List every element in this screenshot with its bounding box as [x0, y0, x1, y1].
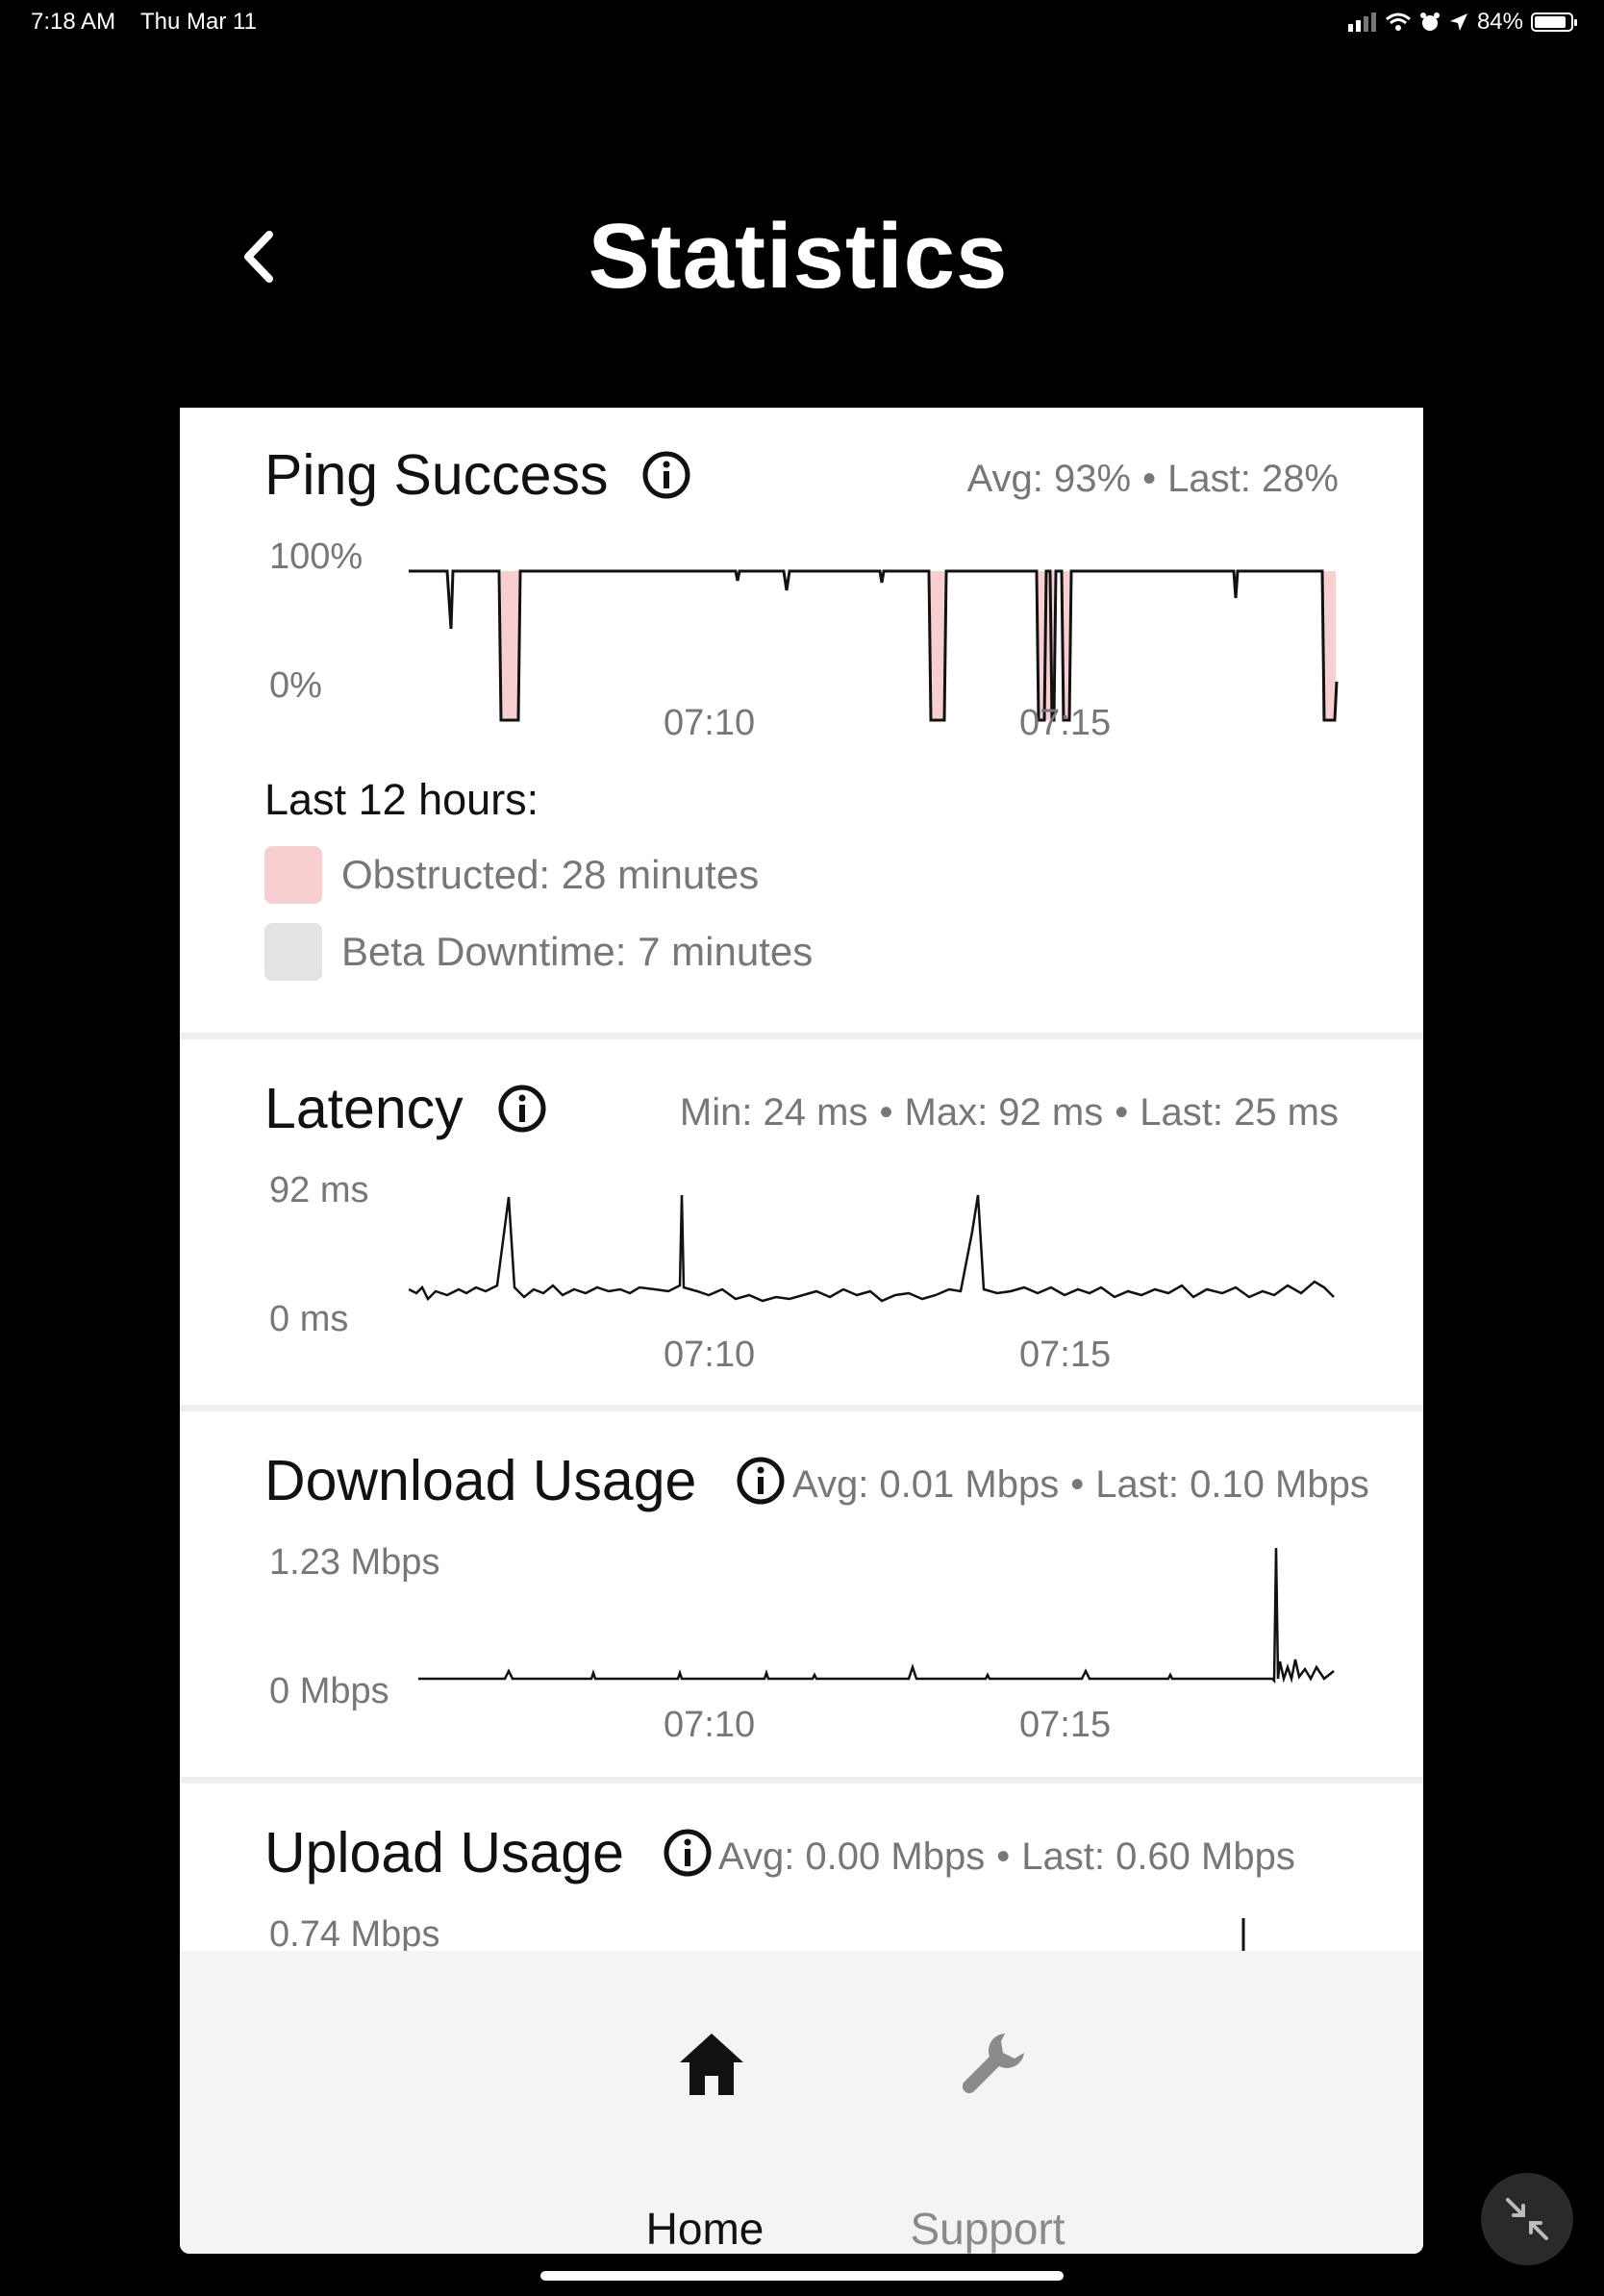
ping-success-card: Ping Success Avg: 93% • Last: 28% 100% 0%: [180, 408, 1423, 1033]
collapse-arrows-icon: [1506, 2198, 1548, 2240]
latency-y-max-label: 92 ms: [269, 1170, 369, 1210]
download-avg: Avg: 0.01 Mbps: [792, 1463, 1060, 1506]
latency-x-tick: 07:10: [664, 1335, 756, 1375]
upload-last: Last: 0.60 Mbps: [1021, 1835, 1295, 1878]
beta-downtime-swatch: [264, 923, 322, 981]
wifi-icon: [1385, 12, 1411, 31]
ping-x-tick: 07:10: [664, 703, 756, 743]
nav-support[interactable]: Support: [872, 1951, 1103, 2254]
battery-percent: 84%: [1476, 9, 1523, 35]
upload-avg: Avg: 0.00 Mbps: [718, 1835, 986, 1878]
cellular-signal-icon: [1347, 12, 1376, 32]
beta-downtime-label: Beta Downtime: 7 minutes: [341, 929, 814, 974]
download-x-tick: 07:10: [664, 1705, 756, 1745]
download-line: [418, 1547, 1335, 1684]
nav-support-label: Support: [910, 2204, 1065, 2254]
ping-y-max-label: 100%: [269, 537, 363, 577]
download-chart: [418, 1547, 1335, 1684]
nav-home-label: Home: [645, 2204, 764, 2254]
obstructed-label: Obstructed: 28 minutes: [341, 852, 760, 897]
wrench-icon: [962, 2034, 1024, 2094]
ping-success-line: [409, 569, 1339, 722]
page-title: Statistics: [588, 205, 1009, 308]
legend-title: Last 12 hours:: [264, 775, 539, 824]
ping-obstructed-regions: [501, 571, 1336, 720]
obstructed-region: [931, 571, 944, 720]
latency-chart: [409, 1194, 1335, 1303]
legend-beta-downtime: Beta Downtime: 7 minutes: [264, 923, 813, 981]
minimize-button[interactable]: [1481, 2173, 1573, 2265]
ping-last: Last: 28%: [1167, 458, 1339, 500]
bottom-nav: Home Support: [180, 1951, 1423, 2254]
statistics-panel: Ping Success Avg: 93% • Last: 28% 100% 0%: [180, 408, 1423, 2254]
info-icon[interactable]: [641, 450, 691, 500]
back-button[interactable]: [231, 223, 288, 290]
latency-title: Latency: [264, 1077, 464, 1140]
alarm-icon: [1419, 12, 1440, 31]
home-icon: [680, 2034, 743, 2095]
download-x-tick: 07:15: [1019, 1705, 1112, 1745]
download-stats: Avg: 0.01 Mbps • Last: 0.10 Mbps: [792, 1463, 1369, 1506]
ping-success-chart: [409, 569, 1339, 722]
upload-usage-title: Upload Usage: [264, 1821, 624, 1884]
chevron-left-icon: [244, 231, 273, 283]
nav-home[interactable]: Home: [589, 1951, 820, 2254]
download-y-min-label: 0 Mbps: [269, 1671, 389, 1711]
status-bar: 7:18 AM Thu Mar 11 84%: [0, 0, 1604, 46]
upload-stats: Avg: 0.00 Mbps • Last: 0.60 Mbps: [718, 1835, 1295, 1878]
statistics-scroll-area[interactable]: Ping Success Avg: 93% • Last: 28% 100% 0%: [180, 408, 1423, 1951]
latency-line: [409, 1194, 1335, 1303]
ping-success-title: Ping Success: [264, 443, 609, 507]
latency-min: Min: 24 ms: [679, 1091, 868, 1134]
info-icon[interactable]: [663, 1828, 713, 1878]
ping-avg: Avg: 93%: [966, 458, 1132, 500]
download-last: Last: 0.10 Mbps: [1095, 1463, 1369, 1506]
obstructed-swatch: [264, 846, 322, 904]
ping-stats: Avg: 93% • Last: 28%: [966, 458, 1339, 500]
obstructed-region: [501, 571, 518, 720]
battery-icon: [1531, 12, 1577, 32]
status-date: Thu Mar 11: [140, 9, 257, 35]
status-time: 7:18 AM: [31, 9, 116, 35]
download-usage-title: Download Usage: [264, 1449, 697, 1512]
latency-card: Latency Min: 24 ms • Max: 92 ms • Last: 25 m…: [180, 1039, 1423, 1405]
latency-max: Max: 92 ms: [904, 1091, 1104, 1134]
latency-last: Last: 25 ms: [1140, 1091, 1339, 1134]
download-usage-card: Download Usage Avg: 0.01 Mbps • Last: 0.10…: [180, 1411, 1423, 1777]
upload-chart: [1241, 1918, 1245, 1951]
latency-stats: Min: 24 ms • Max: 92 ms • Last: 25 ms: [679, 1091, 1339, 1134]
latency-y-min-label: 0 ms: [269, 1299, 349, 1339]
upload-usage-card: Upload Usage Avg: 0.00 Mbps • Last: 0.60 M…: [180, 1784, 1423, 1951]
latency-x-tick: 07:15: [1019, 1335, 1112, 1375]
home-indicator[interactable]: [540, 2271, 1064, 2281]
legend-obstructed: Obstructed: 28 minutes: [264, 846, 759, 904]
info-icon[interactable]: [736, 1456, 786, 1506]
ping-x-tick: 07:15: [1019, 703, 1112, 743]
ping-y-min-label: 0%: [269, 665, 322, 706]
location-icon: [1449, 13, 1467, 31]
status-icons: 84%: [1347, 9, 1577, 36]
info-icon[interactable]: [497, 1084, 547, 1134]
